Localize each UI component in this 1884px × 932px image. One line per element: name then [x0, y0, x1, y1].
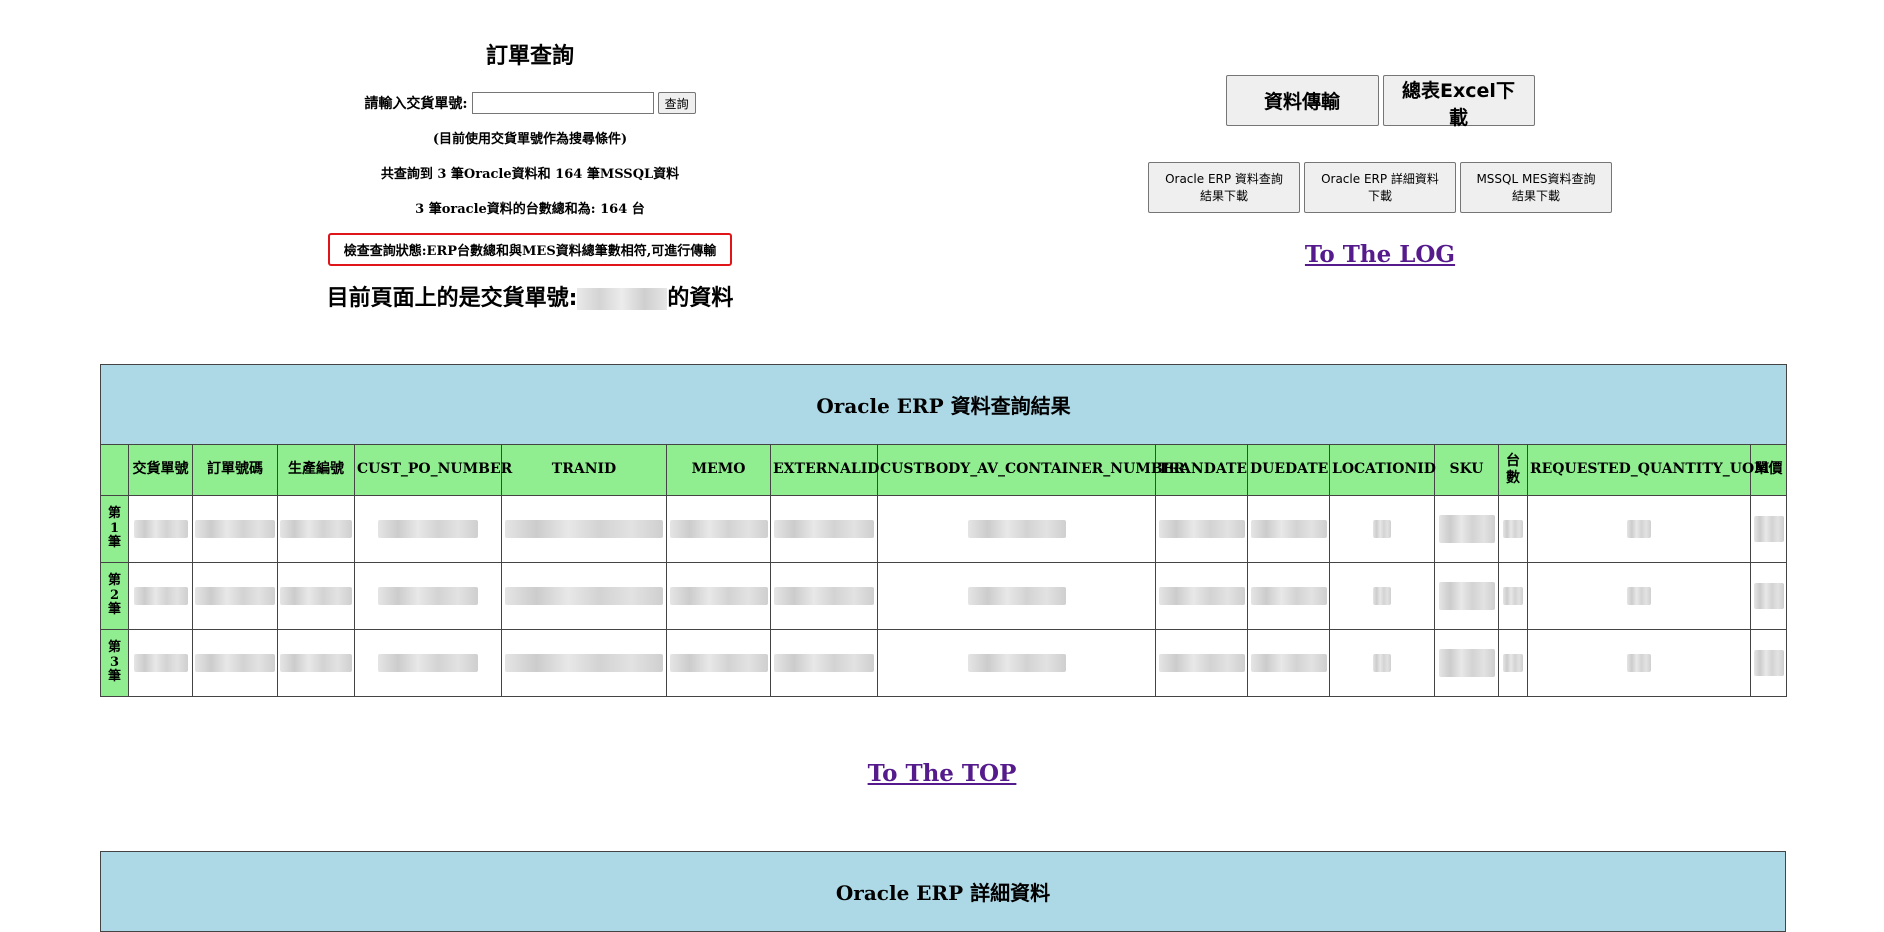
- column-header: 訂單號碼: [192, 444, 278, 496]
- redacted-cell: [501, 562, 667, 630]
- redacted-cell: [1155, 629, 1248, 697]
- table-row: 第2筆: [100, 562, 1787, 630]
- redacted-cell: [1155, 495, 1248, 563]
- redacted-cell: [1155, 562, 1248, 630]
- redacted-cell: [1498, 495, 1528, 563]
- current-delivery-prefix: 目前頁面上的是交貨單號:: [326, 286, 578, 311]
- redacted-cell: [770, 629, 878, 697]
- redacted-cell: [192, 629, 278, 697]
- redacted-cell: [1247, 629, 1330, 697]
- redacted-cell: [501, 629, 667, 697]
- redacted-cell: [1329, 562, 1435, 630]
- redacted-cell: [666, 562, 771, 630]
- mssql-mes-result-download-button[interactable]: MSSQL MES資料查詢 結果下載: [1460, 162, 1612, 213]
- column-header: EXTERNALID: [770, 444, 879, 496]
- column-header: 單價: [1750, 444, 1787, 496]
- oracle-erp-detail-download-button[interactable]: Oracle ERP 詳細資料 下載: [1304, 162, 1456, 213]
- redacted-cell: [666, 495, 771, 563]
- redacted-cell: [354, 629, 502, 697]
- redacted-cell: [877, 495, 1156, 563]
- redacted-cell: [277, 495, 355, 563]
- table-row: 第1筆: [100, 495, 1787, 563]
- status-message: 檢查查詢狀態:ERP台數總和與MES資料總筆數相符,可進行傳輸: [327, 233, 733, 266]
- column-header: TRANDATE: [1155, 444, 1248, 496]
- redacted-cell: [1247, 495, 1330, 563]
- redacted-cell: [1329, 629, 1435, 697]
- redacted-cell: [770, 562, 878, 630]
- current-delivery-heading: 目前頁面上的是交貨單號: 的資料: [300, 280, 760, 312]
- redacted-cell: [1527, 562, 1751, 630]
- redacted-cell: [1434, 495, 1499, 563]
- action-panel: 資料傳輸 總表Excel下載 Oracle ERP 資料查詢 結果下載 Oracl…: [1140, 75, 1620, 268]
- redacted-cell: [1434, 562, 1499, 630]
- oracle-erp-result-download-button[interactable]: Oracle ERP 資料查詢 結果下載: [1148, 162, 1300, 213]
- search-panel: 訂單查詢 請輸入交貨單號: 查詢 (目前使用交貨單號作為搜尋條件) 共查詢到 3…: [300, 38, 760, 312]
- primary-actions: 資料傳輸 總表Excel下載: [1140, 75, 1620, 129]
- redacted-cell: [1329, 495, 1435, 563]
- column-header: TRANID: [501, 444, 667, 496]
- redacted-cell: [128, 562, 193, 630]
- page-title: 訂單查詢: [485, 44, 574, 69]
- row-label: 第1筆: [100, 495, 129, 563]
- table-caption: Oracle ERP 資料查詢結果: [100, 364, 1787, 445]
- redacted-cell: [877, 629, 1156, 697]
- search-label: 請輸入交貨單號:: [364, 96, 468, 112]
- data-transfer-button[interactable]: 資料傳輸: [1225, 75, 1379, 126]
- column-header: CUST_PO_NUMBER: [354, 444, 512, 496]
- search-hint: (目前使用交貨單號作為搜尋條件): [432, 132, 628, 147]
- redacted-cell: [128, 495, 193, 563]
- redacted-cell: [1498, 562, 1528, 630]
- column-header: 交貨單號: [128, 444, 193, 496]
- redacted-cell: [1750, 495, 1787, 563]
- oracle-erp-detail-table: Oracle ERP 詳細資料: [100, 851, 1786, 932]
- redacted-cell: [501, 495, 667, 563]
- column-header: 生產編號: [277, 444, 355, 496]
- redacted-cell: [1527, 495, 1751, 563]
- query-button[interactable]: 查詢: [657, 92, 696, 114]
- redacted-cell: [277, 562, 355, 630]
- query-summary: 共查詢到 3 筆Oracle資料和 164 筆MSSQL資料: [380, 167, 680, 182]
- column-header-rowlabel: [100, 444, 129, 496]
- excel-download-button[interactable]: 總表Excel下載: [1382, 75, 1535, 129]
- download-actions: Oracle ERP 資料查詢 結果下載 Oracle ERP 詳細資料 下載 MS…: [1140, 162, 1620, 213]
- column-header: CUSTBODY_AV_CONTAINER_NUMBER: [877, 444, 1185, 496]
- redacted-cell: [1498, 629, 1528, 697]
- quantity-total: 3 筆oracle資料的台數總和為: 164 台: [415, 202, 645, 217]
- table-header-row: 交貨單號 訂單號碼 生產編號 CUST_PO_NUMBER TRANID MEM…: [100, 444, 1787, 496]
- column-header: 台數: [1498, 444, 1528, 496]
- search-row: 請輸入交貨單號: 查詢: [300, 92, 760, 114]
- redacted-cell: [666, 629, 771, 697]
- to-the-top-link[interactable]: To The TOP: [868, 760, 1017, 787]
- top-link-wrapper: To The TOP: [0, 760, 1884, 787]
- redacted-cell: [1434, 629, 1499, 697]
- redacted-delivery-number: [577, 288, 668, 310]
- to-the-log-link[interactable]: To The LOG: [1305, 241, 1455, 268]
- current-delivery-suffix: 的資料: [667, 286, 734, 311]
- oracle-erp-result-table: Oracle ERP 資料查詢結果 交貨單號 訂單號碼 生產編號 CUST_PO…: [100, 364, 1787, 697]
- redacted-cell: [277, 629, 355, 697]
- column-header: LOCATIONID: [1329, 444, 1436, 496]
- redacted-cell: [128, 629, 193, 697]
- redacted-cell: [192, 562, 278, 630]
- redacted-cell: [877, 562, 1156, 630]
- column-header: SKU: [1434, 444, 1499, 496]
- redacted-cell: [354, 495, 502, 563]
- redacted-cell: [1527, 629, 1751, 697]
- column-header: MEMO: [666, 444, 771, 496]
- row-label: 第2筆: [100, 562, 129, 630]
- redacted-cell: [192, 495, 278, 563]
- column-header: DUEDATE: [1247, 444, 1330, 496]
- redacted-cell: [1750, 629, 1787, 697]
- redacted-cell: [354, 562, 502, 630]
- table-row: 第3筆: [100, 629, 1787, 697]
- detail-table-caption: Oracle ERP 詳細資料: [100, 851, 1786, 932]
- row-label: 第3筆: [100, 629, 129, 697]
- redacted-cell: [770, 495, 878, 563]
- delivery-number-input[interactable]: [471, 92, 654, 114]
- column-header: REQUESTED_QUANTITY_UOM: [1527, 444, 1770, 496]
- redacted-cell: [1247, 562, 1330, 630]
- redacted-cell: [1750, 562, 1787, 630]
